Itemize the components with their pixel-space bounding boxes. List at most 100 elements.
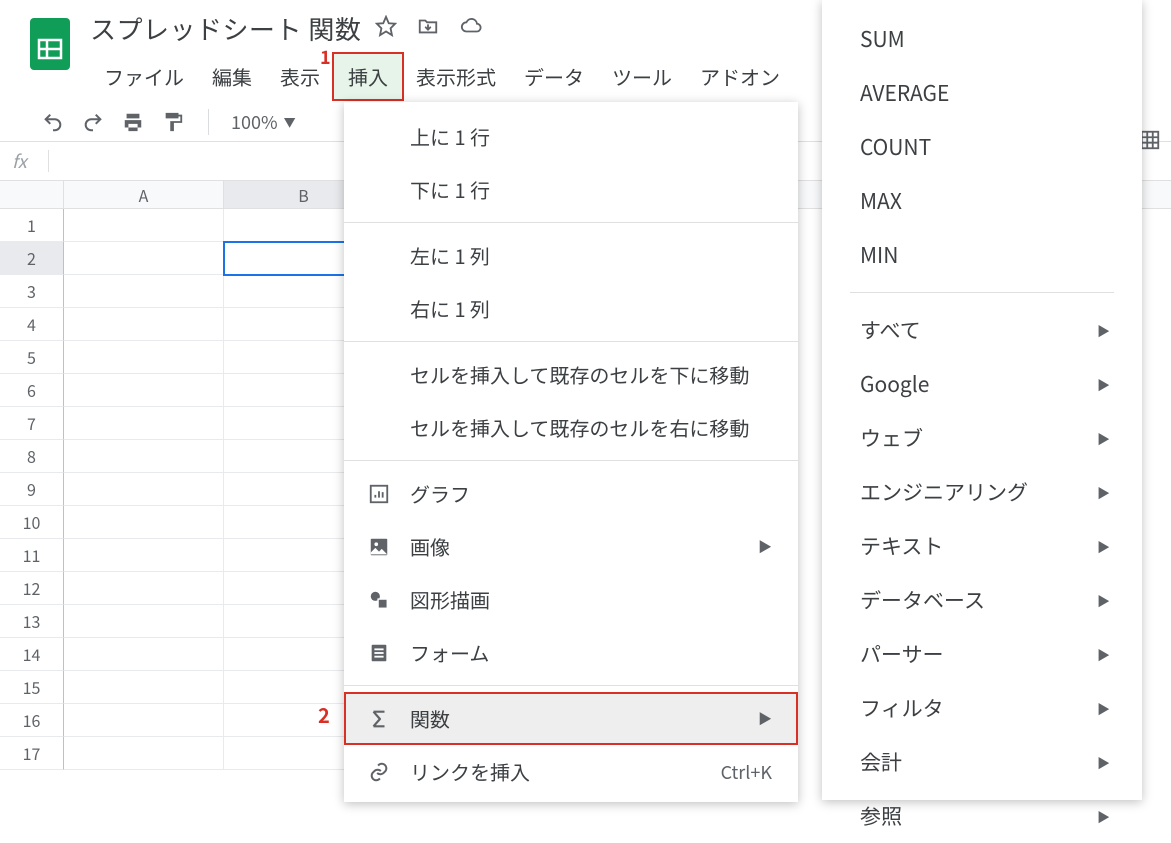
- function-max[interactable]: MAX: [822, 174, 1142, 228]
- document-title[interactable]: スプレッドシート 関数: [90, 10, 361, 47]
- cell-A3[interactable]: [64, 275, 224, 308]
- insert-image[interactable]: 画像 ▶: [344, 520, 798, 573]
- select-all-corner[interactable]: [0, 181, 64, 208]
- cell-A1[interactable]: [64, 209, 224, 242]
- insert-form[interactable]: フォーム: [344, 626, 798, 679]
- insert-col-left[interactable]: 左に 1 列: [344, 229, 798, 282]
- menu-label: 下に 1 行: [410, 175, 772, 204]
- menu-separator: [344, 222, 798, 223]
- submenu-arrow-icon: ▶: [1097, 591, 1110, 610]
- cloud-status-icon[interactable]: [459, 15, 483, 42]
- zoom-value[interactable]: 100%: [231, 109, 278, 135]
- function-category[interactable]: Google▶: [822, 357, 1142, 411]
- function-label: SUM: [860, 24, 905, 54]
- menu-format[interactable]: 表示形式: [402, 54, 510, 99]
- cell-A4[interactable]: [64, 308, 224, 341]
- function-category[interactable]: すべて▶: [822, 303, 1142, 357]
- menu-insert-label: 挿入: [348, 62, 388, 91]
- function-category[interactable]: データベース ▶: [822, 573, 1142, 627]
- menu-label: 左に 1 列: [410, 241, 772, 270]
- cell-A12[interactable]: [64, 572, 224, 605]
- function-category[interactable]: ウェブ▶: [822, 411, 1142, 465]
- cell-A6[interactable]: [64, 374, 224, 407]
- insert-row-above[interactable]: 上に 1 行: [344, 110, 798, 163]
- cell-A5[interactable]: [64, 341, 224, 374]
- cell-A7[interactable]: [64, 407, 224, 440]
- cell-A8[interactable]: [64, 440, 224, 473]
- function-category[interactable]: パーサー▶: [822, 627, 1142, 681]
- menu-addons[interactable]: アドオン: [686, 54, 794, 99]
- function-category[interactable]: フィルタ▶: [822, 681, 1142, 735]
- row-header[interactable]: 2: [0, 242, 64, 275]
- zoom-dropdown-icon[interactable]: ▼: [284, 114, 296, 131]
- paint-format-icon[interactable]: [162, 111, 184, 133]
- cell-A14[interactable]: [64, 638, 224, 671]
- menu-insert[interactable]: 1 挿入: [334, 54, 402, 99]
- cell-A10[interactable]: [64, 506, 224, 539]
- divider: [48, 150, 49, 172]
- function-category[interactable]: エンジニアリング▶: [822, 465, 1142, 519]
- column-header-a[interactable]: A: [64, 181, 224, 208]
- row-header[interactable]: 14: [0, 638, 64, 671]
- function-count[interactable]: COUNT: [822, 120, 1142, 174]
- insert-col-right[interactable]: 右に 1 列: [344, 282, 798, 335]
- function-label: MAX: [860, 186, 902, 216]
- row-header[interactable]: 10: [0, 506, 64, 539]
- insert-function[interactable]: 2 関数 ▶: [344, 692, 798, 745]
- annotation-2: 2: [318, 700, 330, 729]
- menu-file[interactable]: ファイル: [90, 54, 198, 99]
- insert-cells-shift-down[interactable]: セルを挿入して既存のセルを下に移動: [344, 348, 798, 401]
- row-header[interactable]: 9: [0, 473, 64, 506]
- redo-icon[interactable]: [82, 111, 104, 133]
- function-category[interactable]: 参照▶: [822, 789, 1142, 843]
- cell-A2[interactable]: [64, 242, 224, 275]
- function-category[interactable]: テキスト▶: [822, 519, 1142, 573]
- cell-A11[interactable]: [64, 539, 224, 572]
- menu-separator: [344, 460, 798, 461]
- row-header[interactable]: 11: [0, 539, 64, 572]
- row-header[interactable]: 15: [0, 671, 64, 704]
- row-header[interactable]: 6: [0, 374, 64, 407]
- submenu-arrow-icon: ▶: [1097, 807, 1110, 826]
- move-folder-icon[interactable]: [417, 15, 439, 42]
- category-label: フィルタ: [860, 693, 944, 723]
- cell-A13[interactable]: [64, 605, 224, 638]
- row-header[interactable]: 12: [0, 572, 64, 605]
- cell-A16[interactable]: [64, 704, 224, 737]
- function-average[interactable]: AVERAGE: [822, 66, 1142, 120]
- row-header[interactable]: 7: [0, 407, 64, 440]
- row-header[interactable]: 16: [0, 704, 64, 737]
- grid-icon[interactable]: [1139, 126, 1161, 158]
- row-header[interactable]: 4: [0, 308, 64, 341]
- row-header[interactable]: 3: [0, 275, 64, 308]
- row-header[interactable]: 5: [0, 341, 64, 374]
- row-header[interactable]: 13: [0, 605, 64, 638]
- menu-tools[interactable]: ツール: [598, 54, 686, 99]
- shapes-icon: [366, 587, 392, 613]
- category-label: データベース: [860, 585, 985, 615]
- function-category[interactable]: 会計▶: [822, 735, 1142, 789]
- menu-separator: [344, 685, 798, 686]
- insert-drawing[interactable]: 図形描画: [344, 573, 798, 626]
- cell-A9[interactable]: [64, 473, 224, 506]
- insert-cells-shift-right[interactable]: セルを挿入して既存のセルを右に移動: [344, 401, 798, 454]
- row-header[interactable]: 17: [0, 737, 64, 770]
- row-header[interactable]: 8: [0, 440, 64, 473]
- function-sum[interactable]: SUM: [822, 12, 1142, 66]
- menu-edit[interactable]: 編集: [198, 54, 266, 99]
- insert-chart[interactable]: グラフ: [344, 467, 798, 520]
- cell-A17[interactable]: [64, 737, 224, 770]
- function-min[interactable]: MIN: [822, 228, 1142, 282]
- app-logo[interactable]: [28, 14, 72, 74]
- menu-label: 画像: [410, 532, 740, 561]
- insert-link[interactable]: リンクを挿入 Ctrl+K: [344, 745, 798, 798]
- category-label: パーサー: [860, 639, 944, 669]
- print-icon[interactable]: [122, 111, 144, 133]
- cell-A15[interactable]: [64, 671, 224, 704]
- menu-data[interactable]: データ: [510, 54, 598, 99]
- insert-row-below[interactable]: 下に 1 行: [344, 163, 798, 216]
- undo-icon[interactable]: [42, 111, 64, 133]
- row-header[interactable]: 1: [0, 209, 64, 242]
- menu-label: フォーム: [410, 638, 772, 667]
- star-icon[interactable]: [375, 15, 397, 42]
